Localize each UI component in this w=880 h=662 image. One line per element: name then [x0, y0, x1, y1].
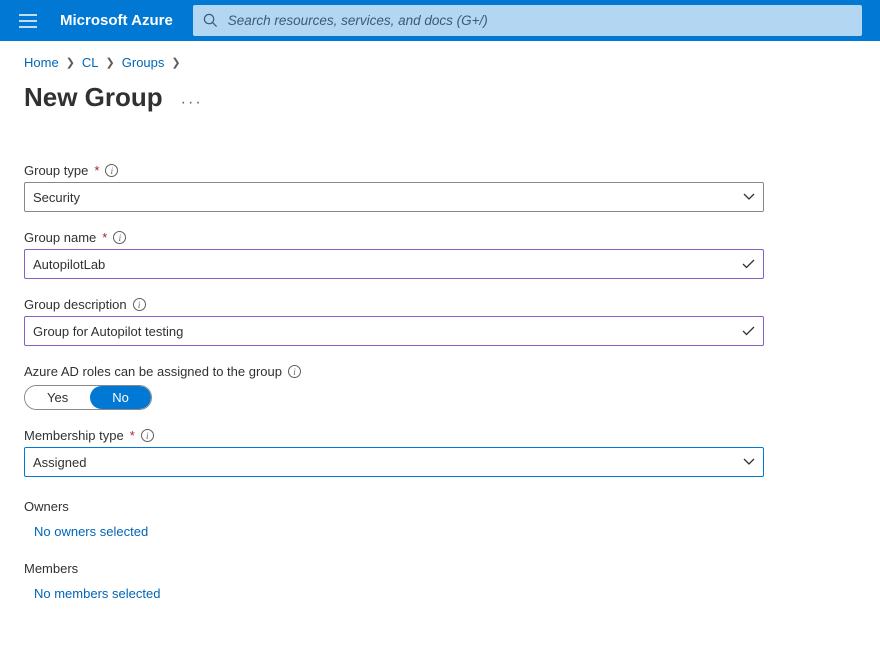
brand-label[interactable]: Microsoft Azure — [48, 12, 193, 29]
info-icon[interactable]: i — [113, 231, 126, 244]
more-actions-button[interactable]: ··· — [181, 84, 203, 112]
chevron-down-icon — [743, 458, 755, 466]
breadcrumb-home[interactable]: Home — [24, 55, 59, 70]
required-indicator: * — [130, 428, 135, 443]
aad-roles-toggle[interactable]: Yes No — [24, 385, 152, 410]
group-type-value: Security — [33, 190, 80, 205]
breadcrumb: Home ❯ CL ❯ Groups ❯ — [24, 55, 856, 70]
aad-roles-label: Azure AD roles can be assigned to the gr… — [24, 364, 282, 379]
breadcrumb-groups[interactable]: Groups — [122, 55, 165, 70]
owners-label: Owners — [24, 499, 856, 514]
membership-type-label: Membership type — [24, 428, 124, 443]
checkmark-icon — [742, 259, 755, 269]
search-box[interactable] — [193, 5, 862, 36]
members-link[interactable]: No members selected — [24, 586, 856, 601]
group-description-value: Group for Autopilot testing — [33, 324, 183, 339]
hamburger-menu-button[interactable] — [8, 0, 48, 41]
group-name-input[interactable]: AutopilotLab — [24, 249, 764, 279]
group-type-select[interactable]: Security — [24, 182, 764, 212]
info-icon[interactable]: i — [133, 298, 146, 311]
chevron-right-icon: ❯ — [106, 56, 115, 69]
group-name-label: Group name — [24, 230, 96, 245]
info-icon[interactable]: i — [105, 164, 118, 177]
group-name-value: AutopilotLab — [33, 257, 105, 272]
members-label: Members — [24, 561, 856, 576]
membership-type-select[interactable]: Assigned — [24, 447, 764, 477]
required-indicator: * — [102, 230, 107, 245]
checkmark-icon — [742, 326, 755, 336]
group-description-label: Group description — [24, 297, 127, 312]
search-icon — [203, 13, 218, 28]
hamburger-icon — [19, 14, 37, 28]
toggle-no[interactable]: No — [90, 386, 151, 409]
chevron-right-icon: ❯ — [66, 56, 75, 69]
group-description-input[interactable]: Group for Autopilot testing — [24, 316, 764, 346]
required-indicator: * — [94, 163, 99, 178]
info-icon[interactable]: i — [288, 365, 301, 378]
chevron-down-icon — [743, 193, 755, 201]
chevron-right-icon: ❯ — [171, 56, 180, 69]
group-type-label: Group type — [24, 163, 88, 178]
info-icon[interactable]: i — [141, 429, 154, 442]
toggle-yes[interactable]: Yes — [25, 386, 90, 409]
search-input[interactable] — [218, 13, 852, 28]
page-title: New Group — [24, 82, 163, 113]
top-bar: Microsoft Azure — [0, 0, 880, 41]
breadcrumb-cl[interactable]: CL — [82, 55, 99, 70]
membership-type-value: Assigned — [33, 455, 86, 470]
owners-link[interactable]: No owners selected — [24, 524, 856, 539]
